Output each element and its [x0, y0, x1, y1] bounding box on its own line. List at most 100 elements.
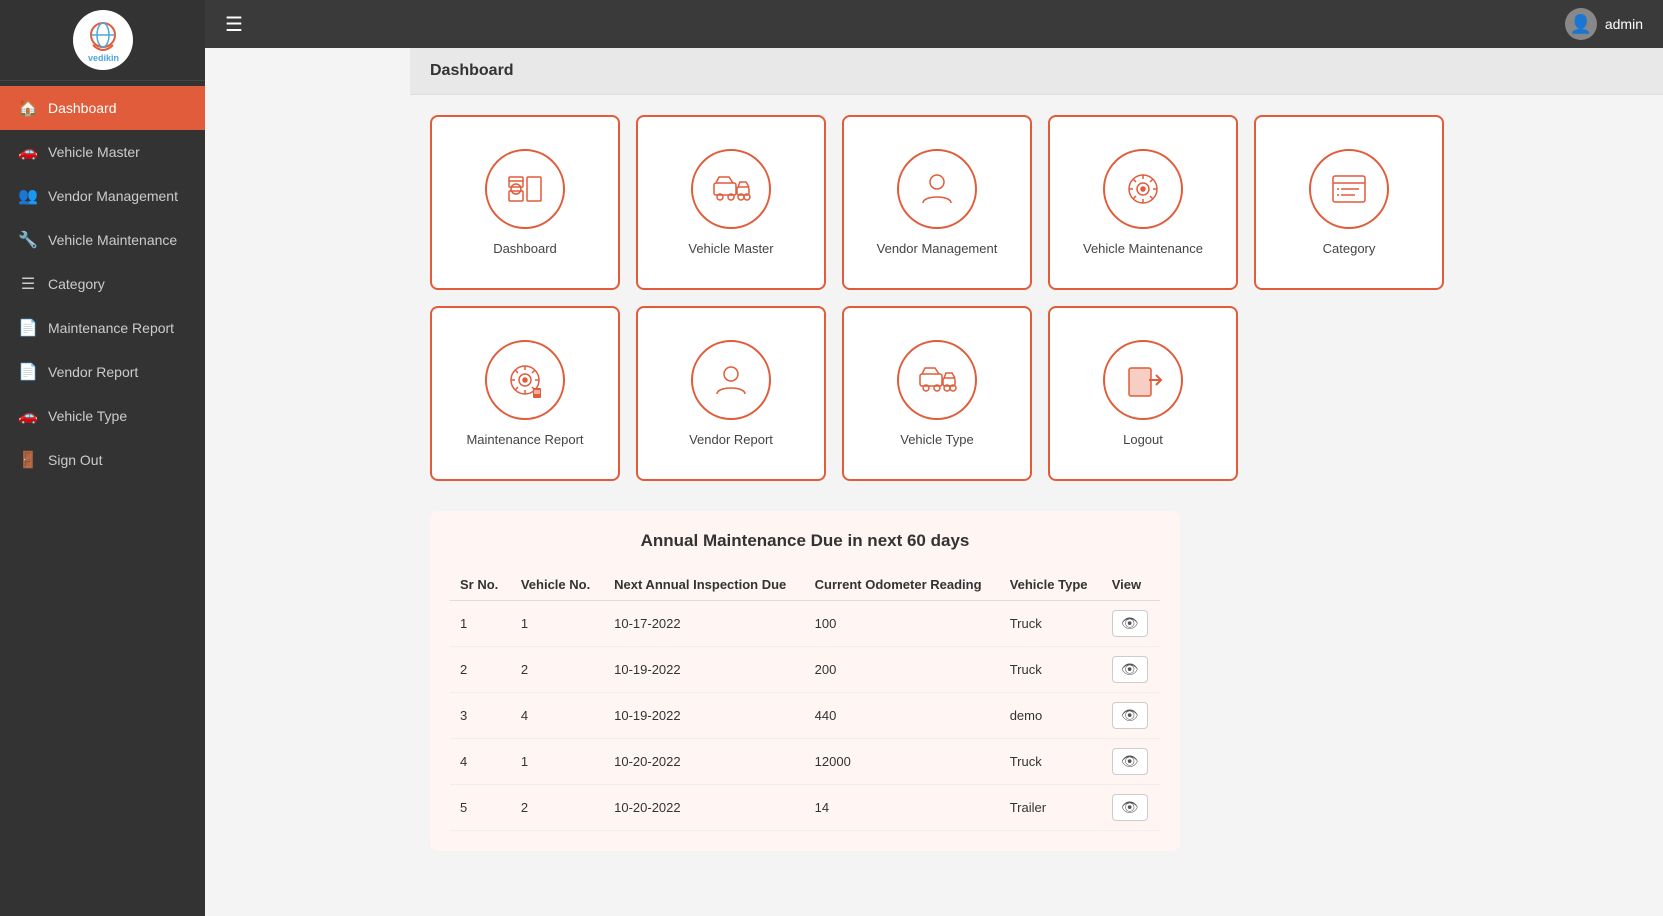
sidebar-item-sign-out[interactable]: 🚪 Sign Out	[0, 438, 205, 482]
sidebar-label-maintenance-report: Maintenance Report	[48, 320, 174, 336]
sidebar-icon-maintenance-report: 📄	[18, 318, 38, 338]
table-row: 1110-17-2022100Truck👁	[450, 601, 1160, 647]
sidebar-item-vendor-management[interactable]: 👥 Vendor Management	[0, 174, 205, 218]
card-icon-vendor-management	[897, 149, 977, 229]
cell-view: 👁	[1102, 647, 1160, 693]
card-vendor-report[interactable]: Vendor Report	[636, 306, 826, 481]
sidebar-icon-vendor-report: 📄	[18, 362, 38, 382]
card-dashboard[interactable]: Dashboard	[430, 115, 620, 290]
card-label-vendor-report: Vendor Report	[689, 432, 773, 447]
cell-view: 👁	[1102, 785, 1160, 831]
topbar: ☰ 👤 admin	[205, 0, 1663, 48]
cell-view: 👁	[1102, 601, 1160, 647]
sidebar-label-vendor-report: Vendor Report	[48, 364, 138, 380]
sidebar-item-vendor-report[interactable]: 📄 Vendor Report	[0, 350, 205, 394]
card-vendor-management[interactable]: Vendor Management	[842, 115, 1032, 290]
cell-type: Truck	[1000, 647, 1102, 693]
cell-vehicle_no: 2	[511, 785, 604, 831]
sidebar: vedikin 🏠 Dashboard🚗 Vehicle Master👥 Ven…	[0, 0, 205, 916]
card-label-maintenance-report: Maintenance Report	[466, 432, 583, 447]
card-label-vehicle-type: Vehicle Type	[900, 432, 973, 447]
cell-type: Trailer	[1000, 785, 1102, 831]
cell-type: Truck	[1000, 739, 1102, 785]
card-icon-vehicle-master	[691, 149, 771, 229]
card-vehicle-maintenance[interactable]: Vehicle Maintenance	[1048, 115, 1238, 290]
avatar: 👤	[1565, 8, 1597, 40]
cards-grid: Dashboard Vehicle Master Vendor Manageme…	[430, 115, 1643, 481]
table-head: Sr No.Vehicle No.Next Annual Inspection …	[450, 569, 1160, 601]
cell-sr: 2	[450, 647, 511, 693]
card-logout[interactable]: Logout	[1048, 306, 1238, 481]
col-header: Next Annual Inspection Due	[604, 569, 805, 601]
cell-odometer: 12000	[805, 739, 1000, 785]
cell-due: 10-19-2022	[604, 647, 805, 693]
card-label-vehicle-master: Vehicle Master	[688, 241, 773, 256]
logo-circle: vedikin	[73, 10, 133, 70]
view-button[interactable]: 👁	[1112, 748, 1148, 775]
cell-due: 10-19-2022	[604, 693, 805, 739]
card-label-vehicle-maintenance: Vehicle Maintenance	[1083, 241, 1203, 256]
sidebar-icon-dashboard: 🏠	[18, 98, 38, 118]
cell-vehicle_no: 1	[511, 739, 604, 785]
content-area: Dashboard Vehicle Master Vendor Manageme…	[410, 95, 1663, 871]
col-header: Current Odometer Reading	[805, 569, 1000, 601]
card-icon-vehicle-type	[897, 340, 977, 420]
view-button[interactable]: 👁	[1112, 794, 1148, 821]
sidebar-label-vendor-management: Vendor Management	[48, 188, 178, 204]
card-maintenance-report[interactable]: Maintenance Report	[430, 306, 620, 481]
cell-due: 10-20-2022	[604, 739, 805, 785]
sidebar-item-maintenance-report[interactable]: 📄 Maintenance Report	[0, 306, 205, 350]
card-label-logout: Logout	[1123, 432, 1163, 447]
sidebar-icon-sign-out: 🚪	[18, 450, 38, 470]
cell-vehicle_no: 1	[511, 601, 604, 647]
card-icon-maintenance-report	[485, 340, 565, 420]
sidebar-icon-vehicle-type: 🚗	[18, 406, 38, 426]
sidebar-item-vehicle-type[interactable]: 🚗 Vehicle Type	[0, 394, 205, 438]
sidebar-label-vehicle-master: Vehicle Master	[48, 144, 140, 160]
cell-odometer: 200	[805, 647, 1000, 693]
col-header: Vehicle No.	[511, 569, 604, 601]
card-vehicle-master[interactable]: Vehicle Master	[636, 115, 826, 290]
maintenance-table: Sr No.Vehicle No.Next Annual Inspection …	[450, 569, 1160, 831]
table-row: 4110-20-202212000Truck👁	[450, 739, 1160, 785]
col-header: Sr No.	[450, 569, 511, 601]
sidebar-icon-vehicle-master: 🚗	[18, 142, 38, 162]
logo-area: vedikin	[0, 0, 205, 81]
card-icon-vehicle-maintenance	[1103, 149, 1183, 229]
sidebar-item-category[interactable]: ☰ Category	[0, 262, 205, 306]
hamburger-icon[interactable]: ☰	[225, 12, 243, 37]
sidebar-item-vehicle-maintenance[interactable]: 🔧 Vehicle Maintenance	[0, 218, 205, 262]
card-icon-dashboard	[485, 149, 565, 229]
card-vehicle-type[interactable]: Vehicle Type	[842, 306, 1032, 481]
card-icon-logout	[1103, 340, 1183, 420]
cell-odometer: 100	[805, 601, 1000, 647]
cell-sr: 3	[450, 693, 511, 739]
cell-type: demo	[1000, 693, 1102, 739]
cell-view: 👁	[1102, 739, 1160, 785]
view-button[interactable]: 👁	[1112, 610, 1148, 637]
table-body: 1110-17-2022100Truck👁2210-19-2022200Truc…	[450, 601, 1160, 831]
page-header: Dashboard	[410, 48, 1663, 95]
card-icon-vendor-report	[691, 340, 771, 420]
logo-icon: vedikin	[78, 15, 128, 65]
card-category[interactable]: Category	[1254, 115, 1444, 290]
sidebar-label-sign-out: Sign Out	[48, 452, 102, 468]
sidebar-label-category: Category	[48, 276, 105, 292]
cell-sr: 1	[450, 601, 511, 647]
svg-text:vedikin: vedikin	[88, 53, 119, 63]
sidebar-item-dashboard[interactable]: 🏠 Dashboard	[0, 86, 205, 130]
table-title: Annual Maintenance Due in next 60 days	[450, 531, 1160, 551]
cell-vehicle_no: 4	[511, 693, 604, 739]
table-row: 2210-19-2022200Truck👁	[450, 647, 1160, 693]
sidebar-item-vehicle-master[interactable]: 🚗 Vehicle Master	[0, 130, 205, 174]
cell-vehicle_no: 2	[511, 647, 604, 693]
maintenance-table-section: Annual Maintenance Due in next 60 days S…	[430, 511, 1180, 851]
view-button[interactable]: 👁	[1112, 656, 1148, 683]
cell-type: Truck	[1000, 601, 1102, 647]
cell-view: 👁	[1102, 693, 1160, 739]
table-row: 3410-19-2022440demo👁	[450, 693, 1160, 739]
view-button[interactable]: 👁	[1112, 702, 1148, 729]
sidebar-icon-category: ☰	[18, 274, 38, 294]
sidebar-nav: 🏠 Dashboard🚗 Vehicle Master👥 Vendor Mana…	[0, 86, 205, 482]
col-header: View	[1102, 569, 1160, 601]
